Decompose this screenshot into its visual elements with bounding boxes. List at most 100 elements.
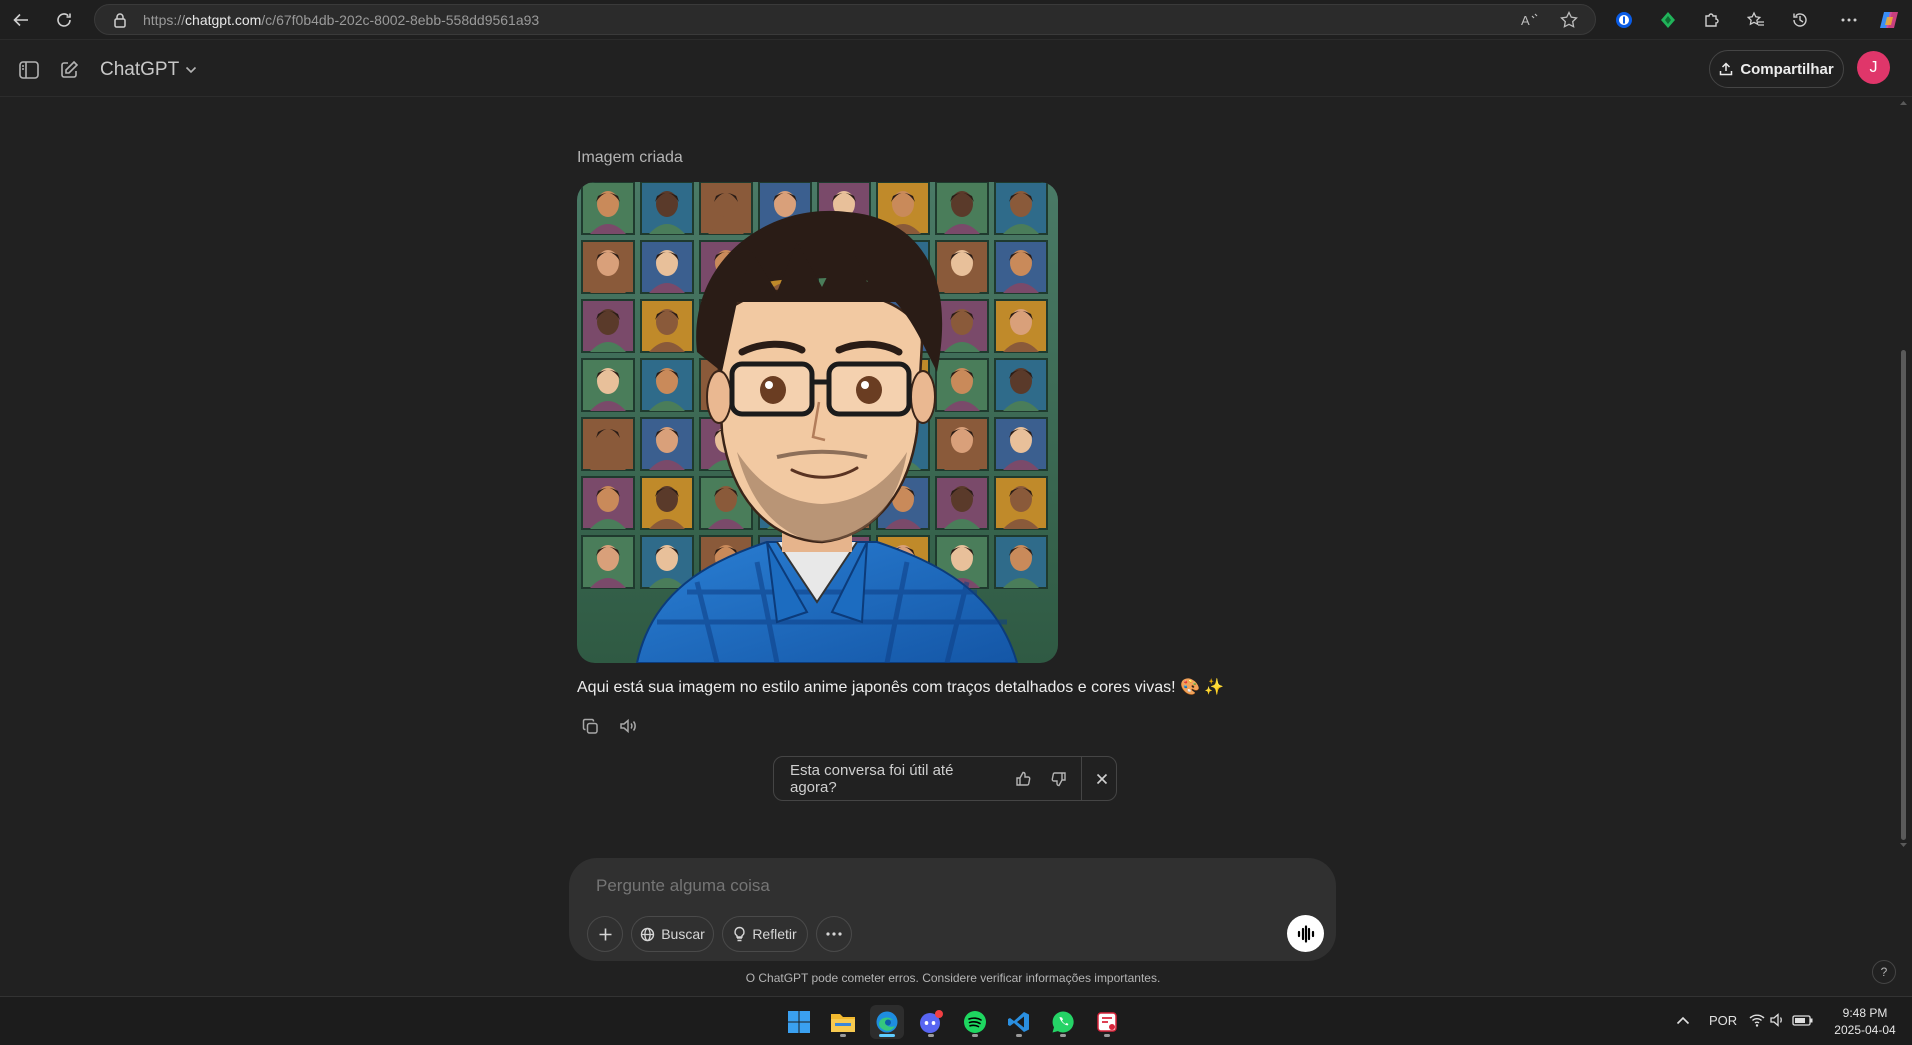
back-button[interactable] [7, 6, 35, 34]
model-selector[interactable]: ChatGPT [100, 55, 197, 85]
reason-button[interactable]: Refletir [722, 916, 808, 952]
snipping-tool-icon[interactable] [1090, 1005, 1124, 1039]
running-indicator [972, 1034, 978, 1037]
show-hidden-icons-button[interactable] [1676, 1013, 1690, 1028]
prompt-input[interactable] [596, 876, 1296, 896]
svg-text:A: A [1521, 13, 1530, 28]
whatsapp-icon[interactable] [1046, 1005, 1080, 1039]
portrait-tile [581, 299, 635, 353]
search-button[interactable]: Buscar [631, 916, 714, 952]
share-button[interactable]: Compartilhar [1709, 50, 1844, 88]
portrait-tile [581, 182, 635, 235]
vscode-icon[interactable] [1002, 1005, 1036, 1039]
new-chat-button[interactable] [54, 55, 84, 85]
image-caption: Imagem criada [577, 149, 683, 166]
close-icon [1096, 773, 1107, 784]
portrait-tile [994, 299, 1048, 353]
address-bar[interactable]: https://chatgpt.com/c/67f0b4db-202c-8002… [94, 4, 1596, 35]
portrait-tile [640, 476, 694, 530]
language-indicator[interactable]: POR [1709, 1013, 1737, 1028]
portrait-tile [935, 417, 989, 471]
composer: Buscar Refletir [569, 858, 1336, 961]
ellipsis-icon [826, 932, 842, 936]
portrait-tile [935, 182, 989, 235]
windows-taskbar: POR 9:48 PM 2025-04-04 [0, 996, 1912, 1045]
favorite-star-icon[interactable] [1558, 9, 1580, 31]
scrollbar[interactable] [1898, 100, 1908, 852]
favorites-icon[interactable] [1743, 7, 1769, 33]
back-arrow-icon [13, 13, 28, 27]
reason-label: Refletir [752, 926, 797, 942]
scroll-thumb[interactable] [1901, 350, 1906, 840]
file-explorer-icon[interactable] [826, 1005, 860, 1039]
portrait-tile [640, 358, 694, 412]
edit-pencil-icon [61, 60, 79, 78]
history-icon[interactable] [1787, 7, 1813, 33]
portrait-tile [935, 240, 989, 294]
wifi-icon [1749, 1014, 1765, 1027]
url-text[interactable]: https://chatgpt.com/c/67f0b4db-202c-8002… [143, 12, 539, 28]
start-icon[interactable] [782, 1005, 816, 1039]
feedback-prompt: Esta conversa foi útil até agora? [773, 756, 1117, 801]
green-extension-icon[interactable] [1655, 7, 1681, 33]
active-indicator [879, 1034, 895, 1037]
portrait-tile [581, 358, 635, 412]
portrait-tile [935, 476, 989, 530]
close-feedback-button[interactable] [1087, 764, 1116, 794]
running-indicator [840, 1034, 846, 1037]
portrait-tile [994, 417, 1048, 471]
avatar[interactable]: J [1857, 51, 1890, 84]
model-name: ChatGPT [100, 59, 180, 80]
battery-icon [1792, 1015, 1813, 1026]
clock-date: 2025-04-04 [1834, 1023, 1896, 1037]
read-aloud-icon[interactable]: A [1519, 9, 1541, 31]
spotify-icon[interactable] [958, 1005, 992, 1039]
disclaimer-text: O ChatGPT pode cometer erros. Considere … [745, 971, 1161, 985]
portrait-tile [994, 476, 1048, 530]
copilot-icon[interactable] [1876, 7, 1902, 33]
copy-icon [582, 718, 598, 734]
portrait-tile [581, 240, 635, 294]
password-manager-extension-icon[interactable] [1611, 7, 1637, 33]
help-button[interactable]: ? [1872, 960, 1896, 984]
reload-icon [57, 13, 71, 27]
browser-toolbar: https://chatgpt.com/c/67f0b4db-202c-8002… [0, 0, 1912, 40]
assistant-message: Aqui está sua imagem no estilo anime jap… [577, 679, 1225, 696]
feedback-question: Esta conversa foi útil até agora? [790, 761, 954, 796]
more-tools-button[interactable] [816, 916, 852, 952]
portrait-tile [699, 182, 753, 235]
portrait-tile [994, 535, 1048, 589]
read-aloud-button[interactable] [615, 713, 641, 739]
thumbs-up-button[interactable] [1008, 764, 1037, 794]
generated-anime-image[interactable] [577, 182, 1058, 663]
lock-icon[interactable] [109, 9, 131, 31]
copy-button[interactable] [577, 713, 603, 739]
extensions-puzzle-icon[interactable] [1699, 7, 1725, 33]
thumbs-down-button[interactable] [1045, 764, 1074, 794]
running-indicator [928, 1034, 934, 1037]
sidebar-icon [19, 61, 39, 79]
lightbulb-icon [734, 926, 745, 942]
portrait-tile [640, 182, 694, 235]
audio-waveform-icon [1297, 924, 1314, 943]
speaker-icon [620, 718, 636, 734]
globe-icon [641, 927, 655, 941]
running-indicator [1104, 1034, 1110, 1037]
edge-icon[interactable] [870, 1005, 904, 1039]
attach-button[interactable] [587, 916, 623, 952]
thumbs-up-icon [1015, 771, 1030, 786]
sidebar-toggle-button[interactable] [14, 55, 44, 85]
system-clock[interactable]: 9:48 PM 2025-04-04 [1820, 1005, 1910, 1039]
running-indicator [1060, 1034, 1066, 1037]
discord-icon[interactable] [914, 1005, 948, 1039]
portrait-tile [640, 535, 694, 589]
portrait-tile [640, 240, 694, 294]
portrait-tile [935, 299, 989, 353]
network-volume-battery-button[interactable] [1748, 1011, 1816, 1032]
voice-mode-button[interactable] [1287, 915, 1324, 952]
more-options-icon[interactable] [1836, 7, 1862, 33]
reload-button[interactable] [50, 6, 78, 34]
scroll-up-icon [1900, 101, 1907, 105]
portrait-tile [581, 417, 635, 471]
share-upload-icon [1720, 62, 1733, 76]
